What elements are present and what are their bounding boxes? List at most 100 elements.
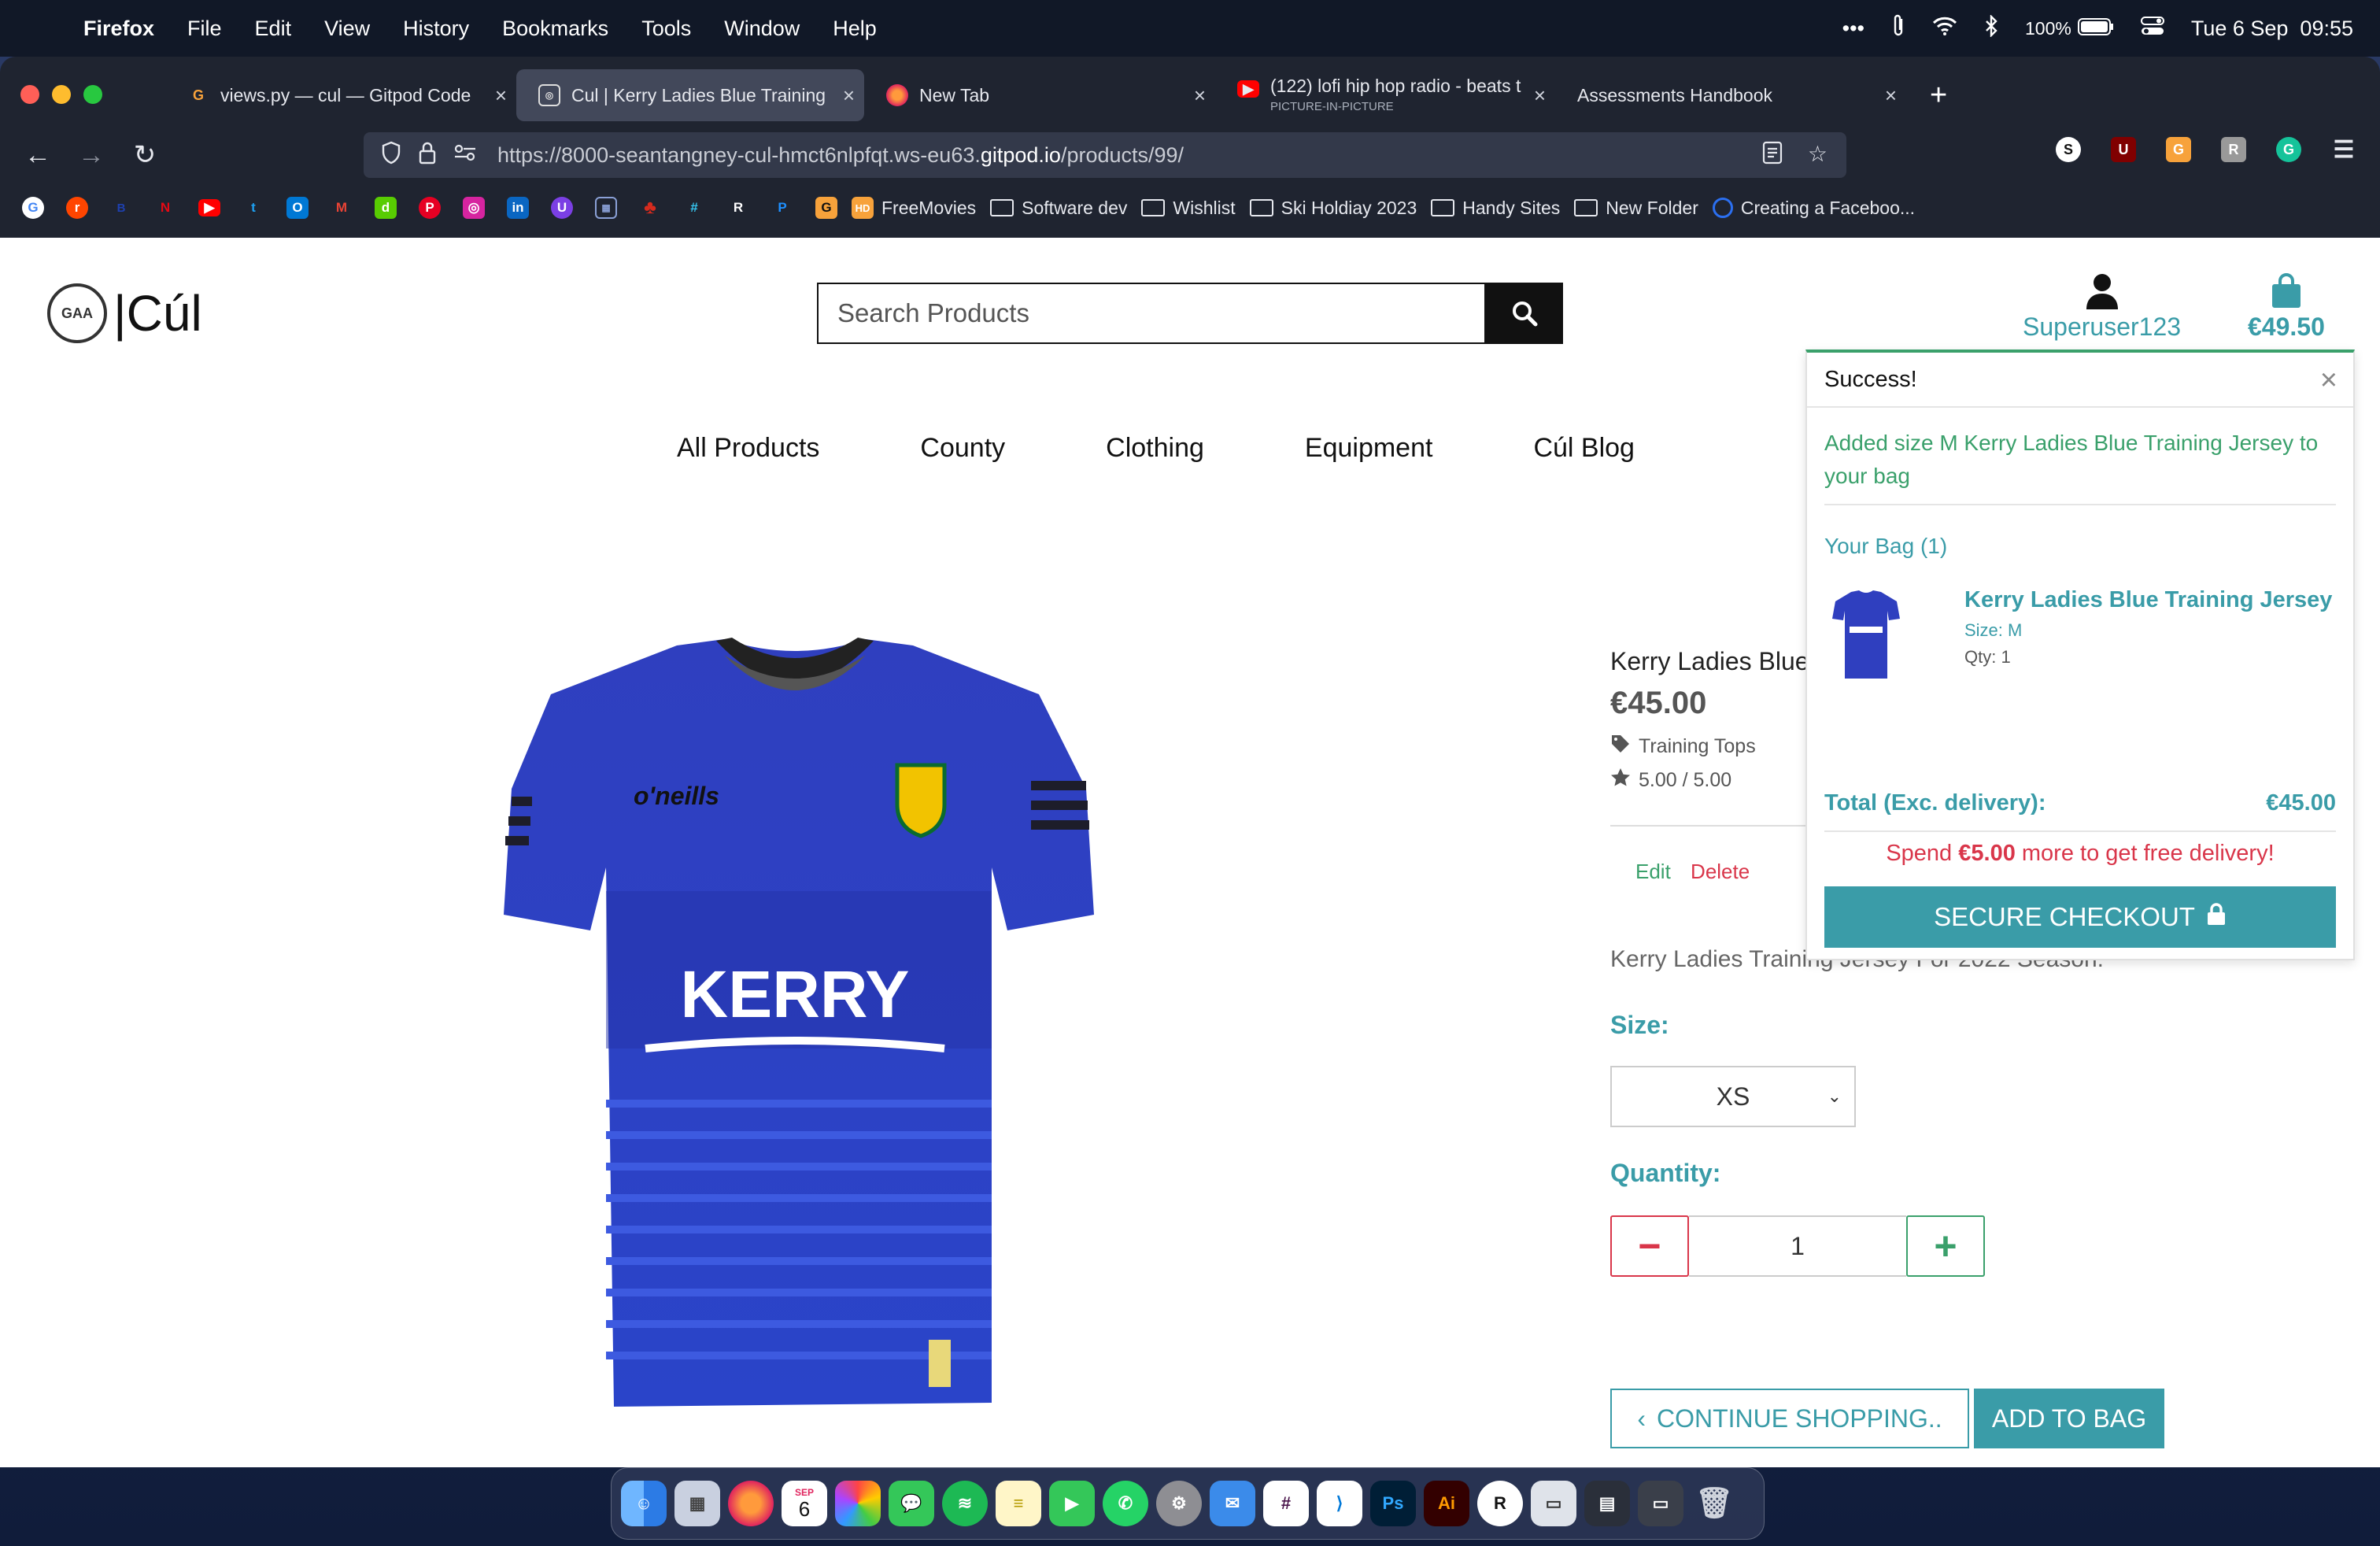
paperclip-icon[interactable] [1891,14,1905,43]
account-link[interactable]: Superuser123 [2023,273,2181,342]
increment-button[interactable]: + [1906,1215,1985,1277]
url-text[interactable]: https://8000-seantangney-cul-hmct6nlpfqt… [497,143,1184,168]
back-arrow-icon[interactable]: ← [22,140,54,171]
nav-equipment[interactable]: Equipment [1305,433,1433,464]
google-icon[interactable]: G [22,197,44,219]
photos-icon[interactable] [835,1481,881,1526]
spotify-icon[interactable]: ≋ [942,1481,988,1526]
tab-cul-product[interactable]: ◎ Cul | Kerry Ladies Blue Training × [516,69,864,121]
control-center-icon[interactable] [2140,16,2164,42]
tab-new-tab[interactable]: New Tab × [864,69,1215,121]
delete-link[interactable]: Delete [1691,860,1750,883]
gmail-icon[interactable]: M [331,197,353,219]
nav-all-products[interactable]: All Products [677,433,819,464]
netflix-icon[interactable]: N [154,197,176,219]
new-tab-button[interactable]: + [1930,79,1947,113]
lock-icon[interactable] [419,141,436,170]
bookmark-star-icon[interactable]: ☆ [1808,141,1828,170]
bag-item[interactable]: Kerry Ladies Blue Training Jersey Size: … [1824,587,2336,690]
twitter-icon[interactable]: t [242,197,264,219]
notes-icon[interactable]: ≡ [996,1481,1041,1526]
bookmark-folder-handy-sites[interactable]: Handy Sites [1431,198,1560,219]
menu-bookmarks[interactable]: Bookmarks [502,17,608,41]
continue-shopping-button[interactable]: ‹ CONTINUE SHOPPING.. [1610,1389,1969,1448]
grammarly-icon[interactable]: G [2276,137,2301,162]
search-button[interactable] [1486,283,1563,344]
menu-app-name[interactable]: Firefox [83,17,154,41]
calendar-icon[interactable]: SEP 6 [782,1481,827,1526]
size-select[interactable]: XS ⌄ [1610,1066,1856,1127]
facetime-icon[interactable]: ▶ [1049,1481,1095,1526]
bookmark-freemovies[interactable]: HD FreeMovies [852,197,976,219]
outlook-icon[interactable]: O [286,197,309,219]
window-preview-icon[interactable]: ▤ [1584,1481,1630,1526]
close-tab-icon[interactable]: × [843,83,855,108]
window-preview-2-icon[interactable]: ▭ [1638,1481,1683,1526]
forward-arrow-icon[interactable]: → [76,140,107,171]
pinterest-icon[interactable]: P [419,197,441,219]
vscode-icon[interactable]: ⟩ [1317,1481,1362,1526]
tab-assessments[interactable]: Assessments Handbook × [1555,69,1906,121]
illustrator-icon[interactable]: Ai [1424,1481,1469,1526]
menu-tools[interactable]: Tools [641,17,691,41]
bookmark-folder-ski-holiday[interactable]: Ski Holdiay 2023 [1249,198,1417,219]
s-extension-icon[interactable]: S [2056,137,2081,162]
maple-leaf-icon[interactable]: ♣ [639,197,661,219]
close-icon[interactable]: × [2320,364,2338,398]
nav-clothing[interactable]: Clothing [1106,433,1204,464]
trash-icon[interactable]: 🗑 [1691,1481,1737,1526]
system-settings-icon[interactable]: ⚙ [1156,1481,1202,1526]
reader-view-icon[interactable] [1762,141,1783,170]
linkedin-icon[interactable]: in [507,197,529,219]
finder-icon[interactable]: ☺ [621,1481,667,1526]
launchpad-icon[interactable]: ▦ [674,1481,720,1526]
bag-item-name[interactable]: Kerry Ladies Blue Training Jersey [1964,587,2332,613]
slack-dock-icon[interactable]: # [1263,1481,1309,1526]
search-input[interactable] [817,283,1486,344]
menu-window[interactable]: Window [724,17,800,41]
product-category[interactable]: Training Tops [1610,734,1809,760]
url-bar[interactable]: https://8000-seantangney-cul-hmct6nlpfqt… [364,132,1846,178]
whatsapp-icon[interactable]: ✆ [1103,1481,1148,1526]
clock[interactable]: Tue 6 Sep 09:55 [2191,17,2353,41]
slack-icon[interactable]: # [683,197,705,219]
secure-checkout-button[interactable]: SECURE CHECKOUT [1824,886,2336,948]
maximize-window-button[interactable] [83,85,102,104]
bookmark-creating-facebook[interactable]: Creating a Faceboo... [1712,198,1915,219]
paypal-icon[interactable]: P [771,197,793,219]
mail-icon[interactable]: ✉ [1210,1481,1255,1526]
more-icon[interactable]: ••• [1842,17,1864,41]
bookmark-r-icon[interactable]: R [727,197,749,219]
bookmark-folder-software-dev[interactable]: Software dev [990,198,1127,219]
shield-icon[interactable] [381,141,401,170]
messages-icon[interactable]: 💬 [889,1481,934,1526]
menu-file[interactable]: File [187,17,222,41]
menu-view[interactable]: View [324,17,370,41]
finder-window-icon[interactable]: ▭ [1531,1481,1576,1526]
minimize-window-button[interactable] [52,85,71,104]
nav-cul-blog[interactable]: Cúl Blog [1533,433,1635,464]
ublock-icon[interactable]: U [2111,137,2136,162]
duolingo-icon[interactable]: d [375,197,397,219]
close-tab-icon[interactable]: × [495,83,507,108]
wifi-icon[interactable] [1932,17,1957,41]
menu-help[interactable]: Help [833,17,877,41]
close-tab-icon[interactable]: × [1885,83,1897,108]
photoshop-icon[interactable]: Ps [1370,1481,1416,1526]
instagram-icon[interactable]: ◎ [463,197,485,219]
menu-history[interactable]: History [403,17,469,41]
nav-county[interactable]: County [920,433,1005,464]
app-r-icon[interactable]: R [1477,1481,1523,1526]
bluetooth-icon[interactable] [1984,13,1998,43]
close-window-button[interactable] [20,85,39,104]
bookmark-folder-new-folder[interactable]: New Folder [1574,198,1698,219]
bookmark-site-icon[interactable]: B [110,197,132,219]
extension-icon[interactable]: R [2221,137,2246,162]
close-tab-icon[interactable]: × [1194,83,1206,108]
tab-youtube[interactable]: ▶ (122) lofi hip hop radio - beats t PIC… [1215,69,1555,121]
edit-link[interactable]: Edit [1635,860,1671,883]
permissions-icon[interactable] [453,143,477,168]
reload-icon[interactable]: ↻ [129,139,161,171]
menu-edit[interactable]: Edit [255,17,292,41]
bookmark-g-icon[interactable]: G [815,197,837,219]
